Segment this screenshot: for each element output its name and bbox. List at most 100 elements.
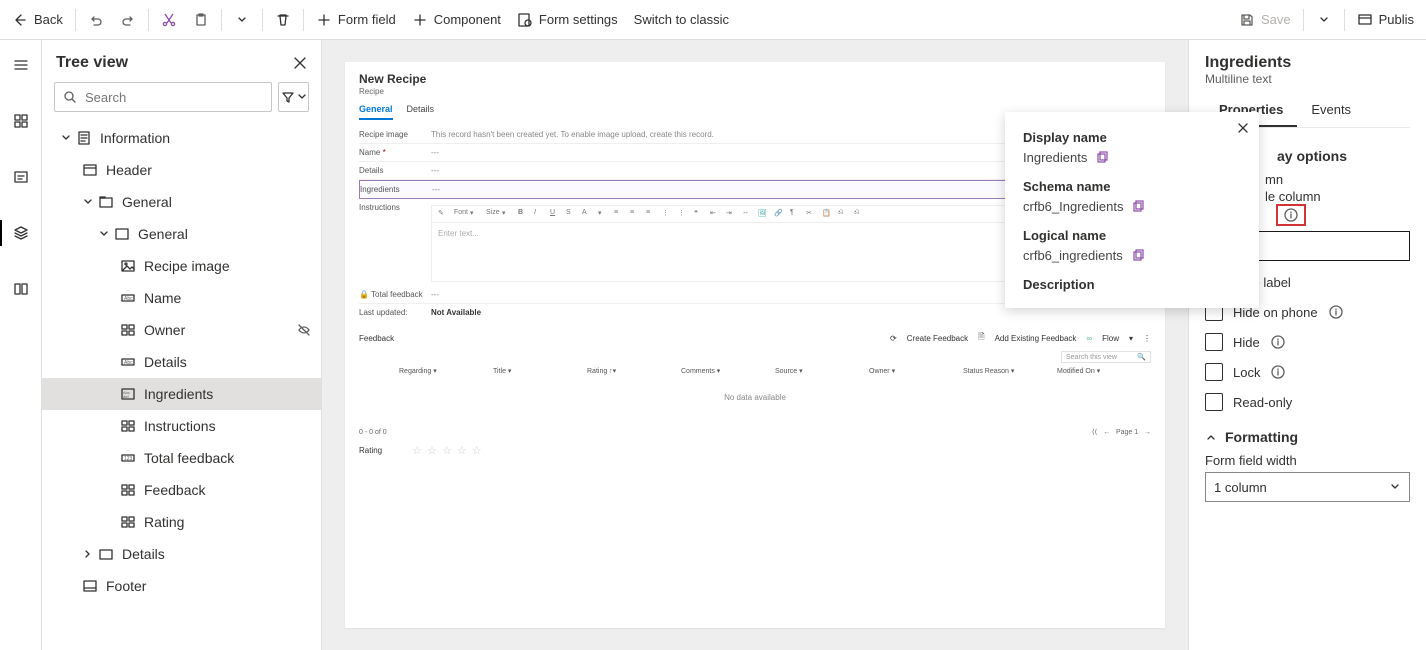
rail-library-button[interactable] — [4, 272, 38, 306]
chk-readonly[interactable]: Read-only — [1205, 393, 1410, 411]
search-icon — [63, 90, 77, 104]
tree-search-input[interactable] — [83, 89, 263, 106]
tree-node-details[interactable]: Abc Details — [42, 346, 321, 378]
col-source[interactable]: Source ▾ — [775, 367, 869, 375]
library-icon — [13, 281, 29, 297]
props-tab-events[interactable]: Events — [1297, 94, 1365, 127]
popover-schema-name-label: Schema name — [1023, 179, 1241, 194]
paste-button[interactable] — [185, 4, 217, 36]
save-button[interactable]: Save — [1231, 4, 1299, 36]
tree-node-label: Recipe image — [144, 258, 230, 274]
form-tab-details[interactable]: Details — [407, 104, 435, 120]
rating-stars[interactable]: ☆ ☆ ☆ ☆ ☆ — [412, 444, 483, 457]
rail-menu-button[interactable] — [4, 48, 38, 82]
popover-close-button[interactable] — [1237, 122, 1249, 134]
create-feedback-button[interactable]: Create Feedback — [907, 334, 968, 343]
tree-node-details-tab[interactable]: Details — [42, 538, 321, 570]
col-rating[interactable]: Rating ↑▾ — [587, 367, 681, 375]
copy-button[interactable] — [1131, 200, 1145, 214]
chk-lock[interactable]: Lock — [1205, 363, 1410, 381]
svg-text:def: def — [123, 394, 129, 399]
tree-node-label: Ingredients — [144, 386, 213, 402]
tree-node-label: General — [122, 194, 172, 210]
tree-node-label: Rating — [144, 514, 184, 530]
feedback-search[interactable]: Search this view🔍 — [1061, 351, 1151, 363]
tree-node-recipe-image[interactable]: Recipe image — [42, 250, 321, 282]
tree-node-footer[interactable]: Footer — [42, 570, 321, 602]
publish-button[interactable]: Publis — [1349, 4, 1422, 36]
field-label: Name * — [359, 148, 431, 157]
tree-node-feedback[interactable]: Feedback — [42, 474, 321, 506]
info-icon — [1283, 207, 1299, 223]
publish-label: Publis — [1379, 12, 1414, 27]
field-label: Recipe image — [359, 130, 431, 139]
feedback-table: Search this view🔍 Regarding ▾ Title ▾ Ra… — [359, 351, 1151, 418]
add-feedback-icon[interactable]: 🗎 — [978, 331, 984, 345]
delete-button[interactable] — [267, 4, 299, 36]
more-button[interactable]: ⋮ — [1143, 334, 1151, 343]
cut-button[interactable] — [153, 4, 185, 36]
tree-filter-button[interactable] — [278, 82, 309, 112]
refresh-icon[interactable]: ⟳ — [890, 334, 897, 343]
tree-node-instructions[interactable]: Instructions — [42, 410, 321, 442]
popover-logical-name-value: crfb6_ingredients — [1023, 248, 1123, 263]
svg-text:Abc: Abc — [124, 296, 133, 302]
col-status[interactable]: Status Reason ▾ — [963, 367, 1057, 375]
separator — [262, 9, 263, 31]
form-settings-icon — [517, 12, 533, 28]
text-field-icon: Abc — [120, 290, 136, 306]
rail-tree-button[interactable] — [4, 216, 38, 250]
rating-label: Rating — [359, 446, 382, 455]
field-label: Instructions — [359, 203, 431, 212]
undo-button[interactable] — [80, 4, 112, 36]
tree-close-button[interactable] — [293, 56, 307, 70]
tree-node-name[interactable]: Abc Name — [42, 282, 321, 314]
info-icon — [1270, 364, 1286, 380]
save-chevron-button[interactable] — [1308, 4, 1340, 36]
subgrid-icon — [120, 482, 136, 498]
component-button[interactable]: Component — [404, 4, 509, 36]
tree-node-rating[interactable]: Rating — [42, 506, 321, 538]
separator — [1303, 9, 1304, 31]
tree-node-general[interactable]: General — [42, 186, 321, 218]
tree-node-ingredients[interactable]: Abcdef Ingredients — [42, 378, 321, 410]
col-regarding[interactable]: Regarding ▾ — [399, 367, 493, 375]
tree-search-box[interactable] — [54, 82, 272, 112]
tree-node-header[interactable]: Header — [42, 154, 321, 186]
copy-button[interactable] — [1131, 249, 1145, 263]
switch-classic-button[interactable]: Switch to classic — [626, 4, 737, 36]
field-value: --- — [432, 185, 440, 194]
paste-chevron-button[interactable] — [226, 4, 258, 36]
col-owner[interactable]: Owner ▾ — [869, 367, 963, 375]
redo-button[interactable] — [112, 4, 144, 36]
left-rail — [0, 40, 42, 650]
back-button[interactable]: Back — [4, 4, 71, 36]
props-width-select[interactable]: 1 column — [1205, 472, 1410, 502]
chk-hide[interactable]: Hide — [1205, 333, 1410, 351]
col-comments[interactable]: Comments ▾ — [681, 367, 775, 375]
col-modified[interactable]: Modified On ▾ — [1057, 367, 1151, 375]
tree-node-total-feedback[interactable]: 123 Total feedback — [42, 442, 321, 474]
tree-node-label: Total feedback — [144, 450, 234, 466]
flow-button[interactable]: Flow — [1102, 334, 1119, 343]
rail-text-button[interactable] — [4, 160, 38, 194]
form-tab-general[interactable]: General — [359, 104, 393, 120]
tree-node-information[interactable]: Information — [42, 122, 321, 154]
col-title[interactable]: Title ▾ — [493, 367, 587, 375]
tree-node-owner[interactable]: Owner — [42, 314, 321, 346]
image-icon — [120, 258, 136, 274]
add-feedback-button[interactable]: Add Existing Feedback — [995, 334, 1077, 343]
tree-node-general-section[interactable]: General — [42, 218, 321, 250]
close-icon — [293, 56, 307, 70]
pager: 0 - 0 of 0 ⟨⟨ ← Page 1 → — [359, 428, 1151, 436]
redo-icon — [120, 12, 136, 28]
rail-components-button[interactable] — [4, 104, 38, 138]
form-field-button[interactable]: Form field — [308, 4, 404, 36]
publish-icon — [1357, 12, 1373, 28]
section-formatting[interactable]: Formatting — [1205, 429, 1410, 445]
text-icon — [13, 169, 29, 185]
copy-button[interactable] — [1095, 151, 1109, 165]
field-label: Ingredients — [360, 185, 432, 194]
tree-node-label: Owner — [144, 322, 185, 338]
form-settings-button[interactable]: Form settings — [509, 4, 626, 36]
